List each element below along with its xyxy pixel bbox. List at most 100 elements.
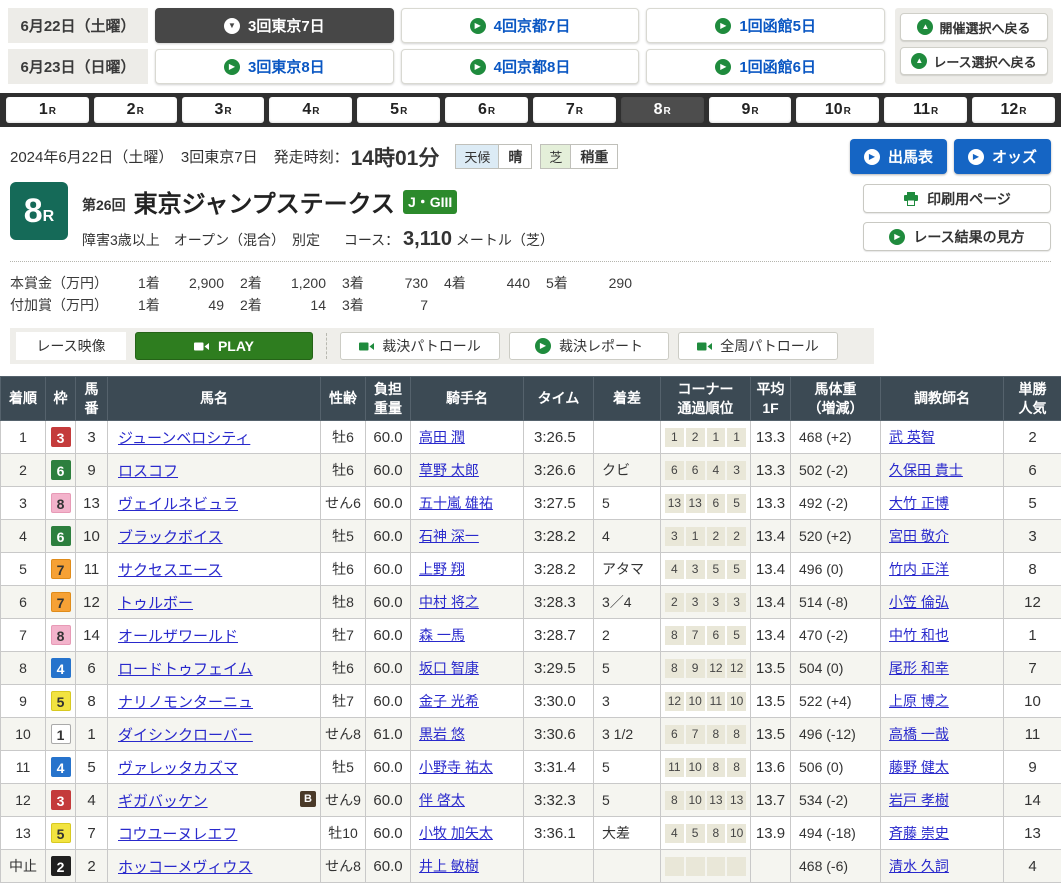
corner-order-cell: 8765 xyxy=(661,619,751,652)
trainer-link[interactable]: 武 英智 xyxy=(889,429,935,445)
race-tab-7r[interactable]: 7R xyxy=(533,97,616,123)
trainer-link[interactable]: 久保田 貴士 xyxy=(889,462,963,478)
frame-cell: 4 xyxy=(46,652,76,685)
chevron-right-circle-icon: ▶ xyxy=(224,59,240,75)
trainer-link[interactable]: 尾形 和幸 xyxy=(889,660,949,676)
jockey-link[interactable]: 森 一馬 xyxy=(419,627,465,643)
column-header: 調教師名 xyxy=(881,377,1004,421)
horse-name-link[interactable]: サクセスエース xyxy=(118,562,222,579)
horse-name-link[interactable]: ダイシンクローバー xyxy=(118,727,253,744)
jockey-link[interactable]: 五十嵐 雄祐 xyxy=(419,495,493,511)
meeting-button[interactable]: ▶1回函館5日 xyxy=(646,8,885,43)
horse-name-link[interactable]: ロスコフ xyxy=(118,463,178,480)
trainer-link[interactable]: 大竹 正博 xyxy=(889,495,949,511)
jockey-link[interactable]: 井上 敏樹 xyxy=(419,858,479,874)
race-tab-number: 5 xyxy=(390,101,399,119)
race-tab-1r[interactable]: 1R xyxy=(6,97,89,123)
corner-position-box: 1 xyxy=(686,527,705,546)
race-tab-11r[interactable]: 11R xyxy=(884,97,967,123)
finish-position: 12 xyxy=(1,784,46,817)
race-tab-9r[interactable]: 9R xyxy=(709,97,792,123)
race-tab-12r[interactable]: 12R xyxy=(972,97,1055,123)
trainer-link[interactable]: 藤野 健太 xyxy=(889,759,949,775)
results-guide-button[interactable]: ▶レース結果の見方 xyxy=(863,222,1051,251)
video-button[interactable]: 全周パトロール xyxy=(678,332,838,360)
horse-name-link[interactable]: オールザワールド xyxy=(118,628,238,645)
back-button[interactable]: ▲レース選択へ戻る xyxy=(900,47,1048,75)
race-tab-5r[interactable]: 5R xyxy=(357,97,440,123)
carried-weight: 60.0 xyxy=(366,520,411,553)
horse-name-link[interactable]: ギガバッケン xyxy=(118,793,208,810)
jockey-link[interactable]: 坂口 智康 xyxy=(419,660,479,676)
action-button[interactable]: ▶出馬表 xyxy=(850,139,947,174)
date-meeting-nav: 6月22日（土曜）▼3回東京7日▶4回京都7日▶1回函館5日6月23日（日曜）▶… xyxy=(0,0,1061,88)
race-tab-number: 3 xyxy=(215,101,224,119)
frame-number-badge: 8 xyxy=(51,493,71,513)
race-tab-4r[interactable]: 4R xyxy=(269,97,352,123)
jockey-link[interactable]: 石神 深一 xyxy=(419,528,479,544)
jockey-link[interactable]: 草野 太郎 xyxy=(419,462,479,478)
horse-name-link[interactable]: ロードトゥフェイム xyxy=(118,661,253,678)
meeting-button[interactable]: ▼3回東京7日 xyxy=(155,8,394,43)
sex-age: 牡10 xyxy=(321,817,366,850)
column-header: タイム xyxy=(524,377,594,421)
race-tab-10r[interactable]: 10R xyxy=(796,97,879,123)
trainer-link[interactable]: 清水 久詞 xyxy=(889,858,949,874)
corner-position-box: 3 xyxy=(686,560,705,579)
corner-position-box: 8 xyxy=(727,725,746,744)
result-row: 1357コウユーヌレエフ牡1060.0小牧 加矢太3:36.1大差4581013… xyxy=(1,817,1061,850)
horse-name-link[interactable]: ヴァレッタカズマ xyxy=(118,760,238,777)
play-button[interactable]: PLAY xyxy=(135,332,313,360)
finish-time xyxy=(524,850,594,883)
sex-age: せん9 xyxy=(321,784,366,817)
meeting-button[interactable]: ▶4回京都8日 xyxy=(401,49,640,84)
horse-name-link[interactable]: ヴェイルネビュラ xyxy=(118,496,238,513)
corner-position-box: 3 xyxy=(727,461,746,480)
jockey-link[interactable]: 小野寺 祐太 xyxy=(419,759,493,775)
jockey-link[interactable]: 高田 潤 xyxy=(419,429,465,445)
horse-name-link[interactable]: ジューンベロシティ xyxy=(118,430,250,447)
frame-number-badge: 5 xyxy=(51,691,71,711)
jockey-link[interactable]: 中村 将之 xyxy=(419,594,479,610)
results-body: 133ジューンベロシティ牡660.0高田 潤3:26.5121113.3468 … xyxy=(1,421,1061,883)
sex-age: 牡7 xyxy=(321,685,366,718)
trainer-cell: 中竹 和也 xyxy=(881,619,1004,652)
video-button[interactable]: ▶裁決レポート xyxy=(509,332,669,360)
jockey-link[interactable]: 伴 啓太 xyxy=(419,792,465,808)
print-page-button[interactable]: 印刷用ページ xyxy=(863,184,1051,213)
trainer-link[interactable]: 竹内 正洋 xyxy=(889,561,949,577)
trainer-link[interactable]: 小笠 倫弘 xyxy=(889,594,949,610)
jockey-link[interactable]: 上野 翔 xyxy=(419,561,465,577)
race-tab-3r[interactable]: 3R xyxy=(182,97,265,123)
finish-time: 3:28.3 xyxy=(524,586,594,619)
horse-name-link[interactable]: ナリノモンターニュ xyxy=(118,694,253,711)
race-tab-8r[interactable]: 8R xyxy=(621,97,704,123)
trainer-link[interactable]: 高橋 一哉 xyxy=(889,726,949,742)
action-button[interactable]: ▶オッズ xyxy=(954,139,1051,174)
trainer-link[interactable]: 斉藤 崇史 xyxy=(889,825,949,841)
jockey-link[interactable]: 黒岩 悠 xyxy=(419,726,465,742)
jockey-link[interactable]: 金子 光希 xyxy=(419,693,479,709)
result-row: 133ジューンベロシティ牡660.0高田 潤3:26.5121113.3468 … xyxy=(1,421,1061,454)
jockey-link[interactable]: 小牧 加矢太 xyxy=(419,825,493,841)
race-video-label: レース映像 xyxy=(16,332,126,360)
frame-cell: 6 xyxy=(46,520,76,553)
trainer-link[interactable]: 上原 博之 xyxy=(889,693,949,709)
trainer-link[interactable]: 岩戸 孝樹 xyxy=(889,792,949,808)
trainer-link[interactable]: 宮田 敬介 xyxy=(889,528,949,544)
horse-name-link[interactable]: コウユーヌレエフ xyxy=(118,826,237,843)
race-tab-strip: 1R2R3R4R5R6R7R8R9R10R11R12R xyxy=(0,93,1061,127)
horse-name-link[interactable]: トゥルボー xyxy=(118,595,193,612)
meeting-button[interactable]: ▶3回東京8日 xyxy=(155,49,394,84)
trainer-link[interactable]: 中竹 和也 xyxy=(889,627,949,643)
video-button[interactable]: 裁決パトロール xyxy=(340,332,500,360)
race-tab-2r[interactable]: 2R xyxy=(94,97,177,123)
jockey-cell: 黒岩 悠 xyxy=(411,718,524,751)
back-button[interactable]: ▲開催選択へ戻る xyxy=(900,13,1048,41)
race-tab-6r[interactable]: 6R xyxy=(445,97,528,123)
meeting-button[interactable]: ▶4回京都7日 xyxy=(401,8,640,43)
horse-number: 3 xyxy=(76,421,108,454)
result-row: 1145ヴァレッタカズマ牡560.0小野寺 祐太3:31.4511108813.… xyxy=(1,751,1061,784)
horse-name-link[interactable]: ブラックボイス xyxy=(118,529,223,546)
meeting-button[interactable]: ▶1回函館6日 xyxy=(646,49,885,84)
